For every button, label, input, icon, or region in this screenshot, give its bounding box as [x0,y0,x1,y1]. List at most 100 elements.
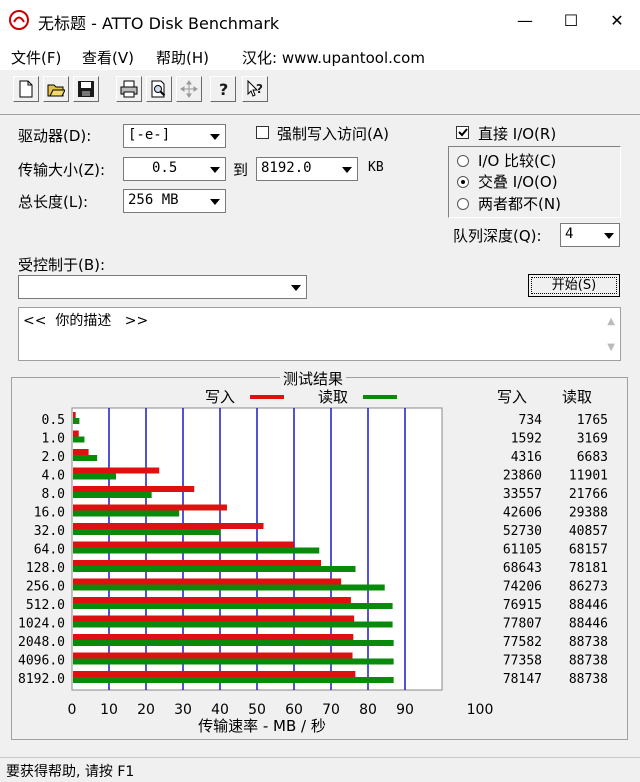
write-value: 77582 [503,635,542,650]
move-icon [176,76,202,102]
x-tick-label: 100 [467,702,494,718]
write-value: 42606 [503,506,542,521]
menu-localized[interactable]: 汉化: www.upantool.com [242,47,425,68]
direct-io-checkbox[interactable] [456,126,469,139]
category-label: 2048.0 [18,635,65,650]
write-value: 78147 [503,672,542,687]
description-box[interactable]: << 你的描述 >> ▲ ▼ [18,307,621,361]
x-tick-label: 0 [68,702,77,718]
chevron-down-icon [599,225,618,245]
bar-write [73,615,355,622]
x-tick-label: 20 [137,702,155,718]
bar-read [73,658,394,665]
new-file-icon[interactable] [13,76,39,102]
chevron-down-icon [286,277,305,297]
bar-read [73,492,152,498]
bar-read [73,566,356,572]
transfer-size-label: 传输大小(Z): [18,161,106,179]
context-help-icon[interactable]: ? [242,76,268,102]
maximize-button[interactable]: ☐ [548,0,594,42]
start-button[interactable]: 开始(S) [528,274,620,297]
print-icon[interactable] [116,76,142,102]
write-value: 23860 [503,469,542,484]
read-value: 3169 [577,432,608,447]
scroll-down-icon[interactable]: ▼ [607,342,615,353]
neither-label: 两者都不(N) [478,195,561,213]
write-value: 61105 [503,543,542,558]
read-value: 88446 [569,598,608,613]
scroll-up-icon[interactable]: ▲ [607,316,615,327]
bar-read [73,510,180,517]
legend-swatch [363,395,397,399]
open-folder-icon[interactable] [43,76,69,102]
minimize-button[interactable]: — [502,0,548,42]
controlled-by-select[interactable] [18,275,307,299]
bar-write [73,671,356,677]
write-value: 734 [519,413,543,428]
total-length-select[interactable]: 256 MB [123,189,226,213]
legend-swatch [250,395,284,399]
read-value: 11901 [569,469,608,484]
write-value: 52730 [503,524,542,539]
close-button[interactable]: ✕ [594,0,640,42]
x-tick-label: 60 [285,702,303,718]
bar-read [73,603,393,609]
read-value: 88738 [569,672,608,687]
read-value: 88738 [569,635,608,650]
category-label: 16.0 [34,506,65,521]
bar-write [73,467,160,474]
bar-write [73,449,89,455]
bar-read [73,436,85,443]
menu-help[interactable]: 帮助(H) [156,47,209,68]
category-label: 4096.0 [18,654,65,669]
status-bar: 要获得帮助, 请按 F1 [0,757,640,782]
description-text: << 你的描述 >> [23,313,149,329]
print-preview-icon[interactable] [146,76,172,102]
bar-write [73,597,351,603]
bar-read [73,529,221,535]
drive-select[interactable]: [-e-] [123,124,226,148]
x-tick-label: 70 [322,702,340,718]
x-tick-label: 10 [100,702,118,718]
transfer-from-select[interactable]: 0.5 [123,157,226,181]
category-label: 512.0 [26,598,65,613]
read-value: 88446 [569,617,608,632]
bar-read [73,621,393,628]
bar-read [73,640,394,646]
menu-view[interactable]: 查看(V) [82,47,134,68]
bar-read [73,473,117,480]
queue-depth-value: 4 [565,226,574,242]
overlapped-io-radio[interactable] [457,176,469,188]
write-value: 68643 [503,561,542,576]
legend-label: 读取 [318,388,348,406]
queue-depth-label: 队列深度(Q): [453,227,542,245]
transfer-to-select[interactable]: 8192.0 [256,157,358,181]
status-text: 要获得帮助, 请按 F1 [6,764,135,780]
save-icon[interactable] [73,76,99,102]
transfer-from-value: 0.5 [152,160,178,176]
neither-radio[interactable] [457,198,469,210]
menu-file[interactable]: 文件(F) [11,47,61,68]
x-tick-label: 40 [211,702,229,718]
start-button-label: 开始(S) [531,277,617,294]
io-compare-radio[interactable] [457,155,469,167]
queue-depth-select[interactable]: 4 [560,223,620,247]
direct-io-label: 直接 I/O(R) [478,125,557,143]
drive-value: [-e-] [128,127,171,143]
bar-write [73,634,354,640]
force-write-checkbox[interactable] [256,126,269,139]
bar-read [73,418,80,424]
help-icon[interactable]: ? [210,76,236,102]
category-label: 128.0 [26,561,65,576]
category-label: 32.0 [34,524,65,539]
table-header: 写入 [497,388,527,406]
write-value: 77807 [503,617,542,632]
x-tick-label: 50 [248,702,266,718]
svg-text:?: ? [256,82,263,96]
total-length-value: 256 MB [128,192,179,208]
bar-read [73,584,385,591]
read-value: 68157 [569,543,608,558]
category-label: 2.0 [42,450,65,465]
x-tick-label: 30 [174,702,192,718]
total-length-label: 总长度(L): [18,193,89,211]
